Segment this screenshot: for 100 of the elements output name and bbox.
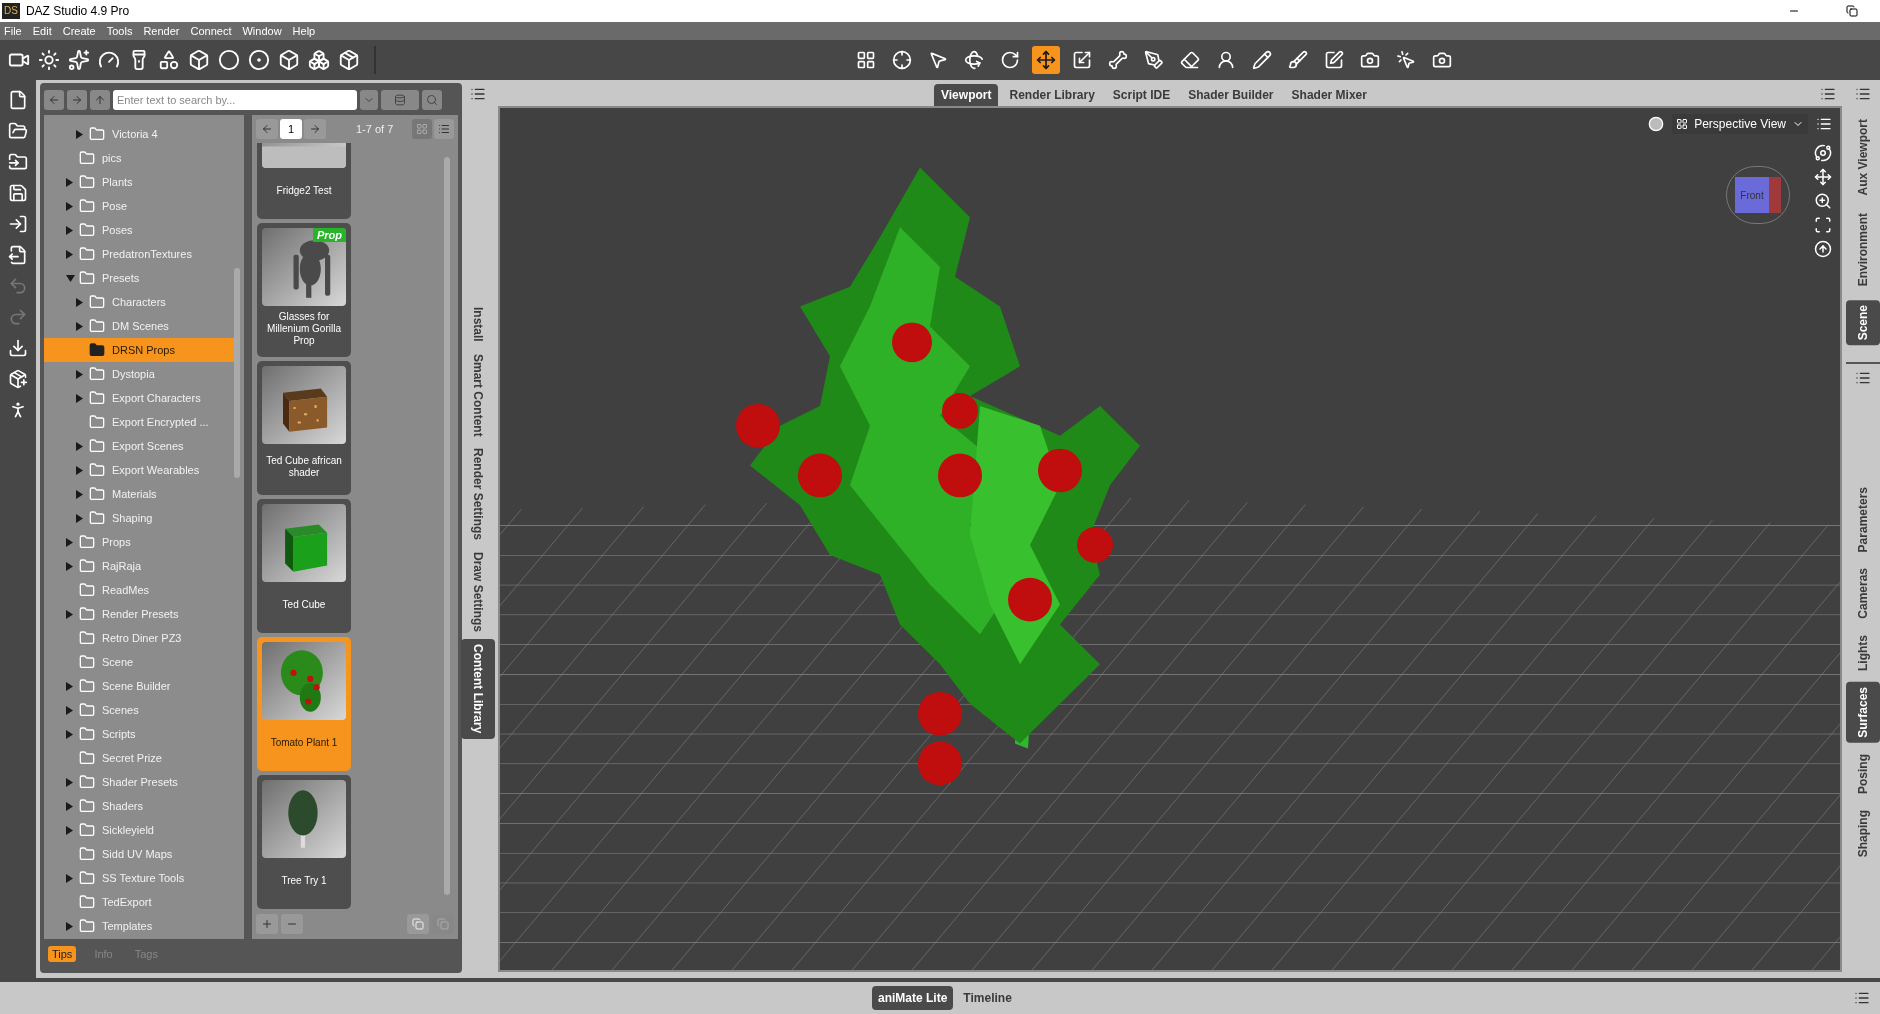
tree-item[interactable]: Presets bbox=[44, 266, 234, 290]
camera-dropdown[interactable]: Perspective View bbox=[1672, 114, 1808, 134]
save-icon[interactable] bbox=[8, 183, 28, 203]
tree-item[interactable]: Export Characters bbox=[44, 386, 234, 410]
caret-down-icon[interactable] bbox=[66, 274, 75, 282]
search-field[interactable]: Enter text to search by... bbox=[113, 90, 357, 110]
page-field[interactable]: 1 bbox=[280, 119, 302, 139]
tree-item[interactable]: Export Encrypted ... bbox=[44, 410, 234, 434]
scrollbar[interactable] bbox=[444, 157, 450, 895]
sphere-icon[interactable] bbox=[1648, 116, 1665, 132]
panel-tab[interactable]: Install bbox=[461, 302, 495, 347]
caret-right-icon[interactable] bbox=[66, 537, 73, 547]
caret-right-icon[interactable] bbox=[66, 825, 73, 835]
cube-icon[interactable] bbox=[278, 49, 300, 71]
tree-item[interactable]: Sidd UV Maps bbox=[44, 842, 234, 866]
caret-right-icon[interactable] bbox=[66, 705, 73, 715]
menu-icon[interactable] bbox=[1816, 116, 1832, 132]
panel-tab[interactable]: Lights bbox=[1846, 630, 1880, 677]
caret-right-icon[interactable] bbox=[76, 393, 83, 403]
panel-tab[interactable]: Content Library bbox=[461, 639, 495, 739]
menu-item[interactable]: Edit bbox=[32, 22, 52, 40]
caret-right-icon[interactable] bbox=[66, 681, 73, 691]
caret-right-icon[interactable] bbox=[66, 777, 73, 787]
download-icon[interactable] bbox=[8, 338, 28, 358]
caret-right-icon[interactable] bbox=[76, 441, 83, 451]
panel-tab[interactable]: Draw Settings bbox=[461, 547, 495, 638]
caret-right-icon[interactable] bbox=[66, 609, 73, 619]
circle-icon[interactable] bbox=[218, 49, 240, 71]
package-icon[interactable] bbox=[8, 369, 28, 389]
content-card[interactable]: Fridge2 Test bbox=[257, 143, 351, 219]
menu-item[interactable]: File bbox=[4, 22, 22, 40]
caret-right-icon[interactable] bbox=[76, 513, 83, 523]
content-card[interactable]: Ted Cube african shader bbox=[257, 361, 351, 495]
menu-icon[interactable] bbox=[1855, 370, 1871, 386]
menu-item[interactable]: Connect bbox=[190, 22, 232, 40]
tree-item[interactable]: Shaders bbox=[44, 794, 234, 818]
caret-right-icon[interactable] bbox=[66, 921, 73, 931]
restore-icon[interactable] bbox=[1846, 5, 1858, 17]
shapes-icon[interactable] bbox=[158, 49, 180, 71]
bottom-tab[interactable]: aniMate Lite bbox=[872, 986, 954, 1010]
sun-icon[interactable] bbox=[38, 49, 60, 71]
caret-right-icon[interactable] bbox=[66, 729, 73, 739]
caret-right-icon[interactable] bbox=[76, 369, 83, 379]
tree-item[interactable]: ReadMes bbox=[44, 578, 234, 602]
frame-icon[interactable] bbox=[1814, 216, 1832, 234]
list-view-button[interactable] bbox=[434, 119, 454, 139]
caret-right-icon[interactable] bbox=[76, 465, 83, 475]
tree-item[interactable]: Sickleyield bbox=[44, 818, 234, 842]
tree-item[interactable]: pics bbox=[44, 146, 234, 170]
menu-icon[interactable] bbox=[470, 86, 486, 102]
viewport-tab[interactable]: Shader Builder bbox=[1181, 84, 1281, 106]
import-icon[interactable] bbox=[8, 214, 28, 234]
caret-right-icon[interactable] bbox=[66, 801, 73, 811]
panel-tab[interactable]: Posing bbox=[1846, 748, 1880, 799]
tree-item[interactable]: Dystopia bbox=[44, 362, 234, 386]
tree-item[interactable]: Plants bbox=[44, 170, 234, 194]
tree-item[interactable]: TedExport bbox=[44, 890, 234, 914]
content-card[interactable]: Prop Glasses for Millenium Gorilla Prop bbox=[257, 223, 351, 357]
caret-right-icon[interactable] bbox=[76, 321, 83, 331]
tree-item[interactable]: Retro Diner PZ3 bbox=[44, 626, 234, 650]
viewport-tab[interactable]: Render Library bbox=[1002, 84, 1102, 106]
tree-item[interactable]: DRSN Props bbox=[44, 338, 234, 362]
tree-item[interactable]: RajRaja bbox=[44, 554, 234, 578]
tree-item[interactable]: Scenes bbox=[44, 698, 234, 722]
tree-item[interactable]: Export Scenes bbox=[44, 434, 234, 458]
panel-tab[interactable]: Shaping bbox=[1846, 804, 1880, 863]
tree-item[interactable]: Props bbox=[44, 530, 234, 554]
viewport-tab[interactable]: Script IDE bbox=[1105, 84, 1178, 106]
database-button[interactable] bbox=[381, 90, 419, 110]
panel-tab[interactable]: Cameras bbox=[1846, 563, 1880, 625]
menu-item[interactable]: Create bbox=[62, 22, 96, 40]
menu-item[interactable]: Tools bbox=[106, 22, 133, 40]
pan-icon[interactable] bbox=[1814, 168, 1832, 186]
new-file-icon[interactable] bbox=[8, 90, 28, 110]
panel-tab[interactable]: Aux Viewport bbox=[1846, 114, 1880, 201]
panel-tab[interactable]: Parameters bbox=[1846, 482, 1880, 558]
tree-item[interactable]: Scene bbox=[44, 650, 234, 674]
tree-item[interactable]: SS Texture Tools bbox=[44, 866, 234, 890]
tree-item[interactable]: Render Presets bbox=[44, 602, 234, 626]
caret-right-icon[interactable] bbox=[66, 561, 73, 571]
tree-item[interactable]: Shader Presets bbox=[44, 770, 234, 794]
caret-right-icon[interactable] bbox=[66, 177, 73, 187]
panel-tab[interactable]: Render Settings bbox=[461, 443, 495, 546]
tree-item[interactable]: Poses bbox=[44, 218, 234, 242]
content-card[interactable]: Tree Try 1 bbox=[257, 775, 351, 909]
sparkle-icon[interactable] bbox=[68, 49, 90, 71]
tree-item[interactable]: Templates bbox=[44, 914, 234, 938]
caret-right-icon[interactable] bbox=[76, 489, 83, 499]
cube-icon[interactable] bbox=[188, 49, 210, 71]
export-icon[interactable] bbox=[8, 245, 28, 265]
viewport[interactable]: Perspective View Front bbox=[498, 106, 1842, 972]
tree-item[interactable]: Characters bbox=[44, 290, 234, 314]
info-tab[interactable]: Tips bbox=[48, 945, 77, 963]
orbit-icon[interactable] bbox=[1814, 144, 1832, 162]
caret-right-icon[interactable] bbox=[66, 201, 73, 211]
caret-right-icon[interactable] bbox=[76, 297, 83, 307]
menu-icon[interactable] bbox=[1855, 86, 1871, 102]
open-folder-icon[interactable] bbox=[8, 121, 28, 141]
zoom-icon[interactable] bbox=[1814, 192, 1832, 210]
tree-item[interactable]: Pose bbox=[44, 194, 234, 218]
